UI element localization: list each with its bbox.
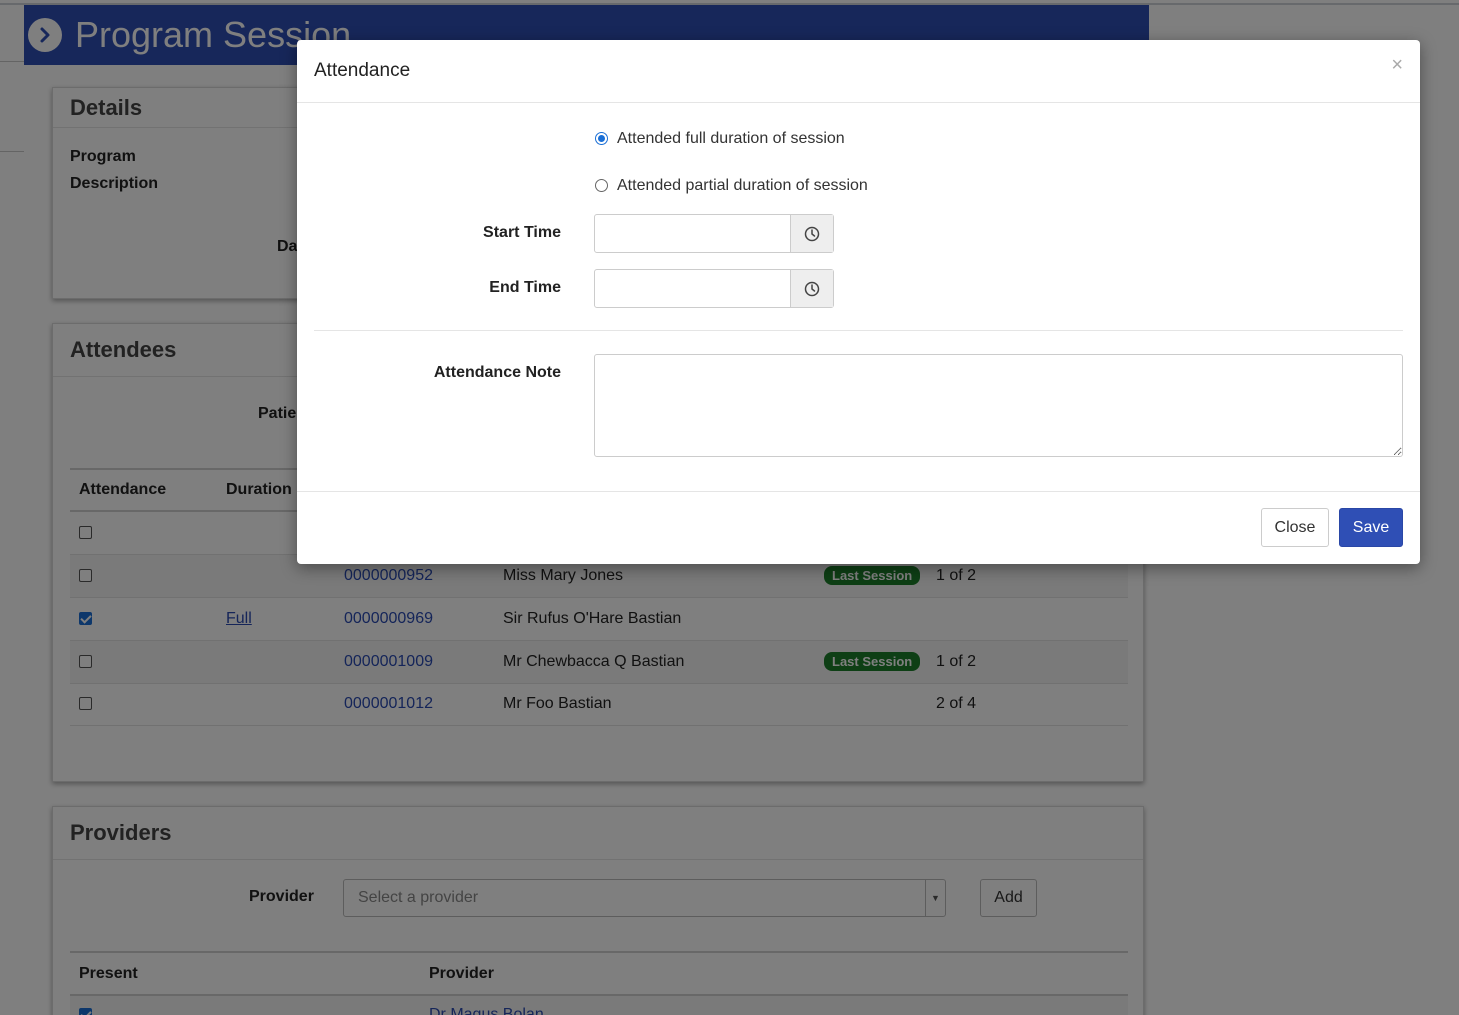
modal-title: Attendance (314, 60, 411, 81)
clock-icon[interactable] (790, 270, 833, 307)
form-divider (314, 330, 1403, 331)
end-time-input[interactable] (594, 269, 834, 308)
modal-header-divider (297, 102, 1420, 103)
close-button[interactable]: Close (1261, 508, 1329, 547)
full-duration-radio[interactable] (595, 132, 608, 145)
start-time-label: Start Time (483, 224, 561, 241)
partial-duration-label[interactable]: Attended partial duration of session (617, 177, 868, 195)
attendance-note-label: Attendance Note (433, 364, 561, 381)
modal-footer-divider (297, 491, 1420, 492)
attendance-modal: Attendance × Attended full duration of s… (297, 40, 1420, 564)
save-button[interactable]: Save (1339, 508, 1403, 547)
partial-duration-radio[interactable] (595, 179, 608, 192)
attendance-note-textarea[interactable] (594, 354, 1403, 457)
end-time-label: End Time (489, 279, 561, 296)
start-time-input[interactable] (594, 214, 834, 253)
clock-icon[interactable] (790, 215, 833, 252)
close-icon[interactable]: × (1391, 54, 1403, 77)
full-duration-label[interactable]: Attended full duration of session (617, 130, 845, 148)
